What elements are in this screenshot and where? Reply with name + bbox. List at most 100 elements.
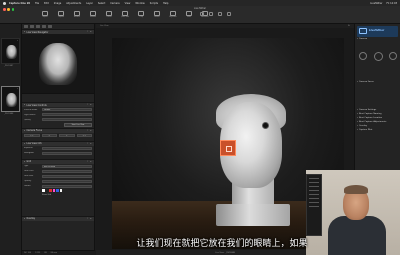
swatch[interactable] (52, 189, 55, 192)
tool-tab-icon[interactable] (42, 25, 46, 28)
grid-lines-slider[interactable] (42, 169, 92, 173)
video-subtitle: 让我们现在就把它放在我们的眼睛上，如果 (136, 238, 308, 249)
menubar-app-name[interactable]: Capture One 20 (9, 2, 30, 5)
tool-keystone[interactable]: Keystone (168, 11, 178, 19)
navigator-preview[interactable] (22, 34, 94, 94)
show-grid-checkbox[interactable]: Show Grid (42, 194, 51, 196)
window-controls (3, 8, 15, 11)
tool-mask[interactable]: Mask (184, 11, 194, 19)
section-menu-icon[interactable]: ? ≡ (87, 31, 92, 33)
disclosure-triangle-icon: ▾ (24, 142, 26, 145)
focus-near-button[interactable]: > > (76, 133, 92, 137)
section-menu-icon[interactable]: ? ≡ (87, 104, 92, 106)
swatch[interactable] (59, 189, 62, 192)
menubar-status-app[interactable]: LiveTether (370, 2, 382, 5)
disclosure-triangle-icon: ▾ (24, 160, 26, 163)
focus-point-icon[interactable] (262, 122, 269, 129)
start-live-view-button[interactable]: Start Live View (64, 123, 92, 127)
toolbar-tools: Import Capture Browse Session Cursor Qui… (40, 11, 210, 19)
presenter-hair (344, 185, 368, 194)
thumbnail-image (6, 45, 17, 59)
zoom-level[interactable]: Fit (348, 25, 350, 27)
menu-image[interactable]: Image (54, 2, 62, 5)
swatch[interactable] (49, 189, 52, 192)
menu-select[interactable]: Select (98, 2, 105, 5)
tool-tab-icon[interactable] (30, 25, 34, 28)
close-window-icon[interactable] (3, 8, 6, 11)
menu-window[interactable]: Window (135, 2, 144, 5)
focus-far-button[interactable]: < < (24, 133, 40, 137)
tool-quick-edit[interactable]: Quick Edit (120, 11, 130, 19)
exposure-comp-plus-icon[interactable] (389, 52, 397, 60)
window-title: Live Tether (194, 6, 206, 10)
swatch[interactable] (42, 189, 45, 192)
menu-layer[interactable]: Layer (86, 2, 93, 5)
picker-icon[interactable] (200, 12, 204, 16)
quality-slider[interactable] (42, 118, 92, 121)
grid-color-select[interactable] (42, 174, 92, 178)
info-row: Histogram (22, 151, 94, 156)
left-tool-panel: ▾ Live View Navigator ? ≡ ▾ Live View Co… (22, 24, 95, 255)
tool-capture[interactable]: Capture (56, 11, 66, 19)
capture-button-icon[interactable] (374, 52, 383, 61)
right-panel-sections: ▸ Camera Focus (355, 80, 400, 84)
section-header-overlay[interactable]: ▸ Overlay ? ≡ (22, 215, 94, 221)
section-menu-icon[interactable]: ? ≡ (87, 161, 92, 163)
thumbnail-caption: _DSC0088 (4, 113, 14, 115)
menu-help[interactable]: Help (163, 2, 168, 5)
compare-icon[interactable] (218, 12, 222, 16)
guides-select[interactable] (42, 184, 92, 188)
connection-badge[interactable]: LiveTether (357, 26, 398, 37)
section-capture-pilot[interactable]: ▸ Capture Pilot (355, 128, 400, 132)
tool-cursor[interactable]: Cursor (104, 11, 114, 19)
main-toolbar: Live Tether Import Capture Browse Sessio… (0, 6, 400, 24)
menu-camera[interactable]: Camera (110, 2, 119, 5)
section-camera-focus[interactable]: ▸ Camera Focus (355, 80, 400, 84)
menu-scripts[interactable]: Scripts (150, 2, 158, 5)
import-icon (42, 11, 48, 16)
zoom-icon[interactable] (209, 12, 213, 16)
light-source-select[interactable] (42, 113, 92, 116)
disclosure-triangle-icon: ▸ (357, 129, 358, 131)
menu-file[interactable]: File (35, 2, 39, 5)
grid-type-select[interactable]: Rule of thirds (42, 164, 92, 168)
swatch[interactable] (45, 189, 48, 192)
thumbnail-caption: _DSC0087 (4, 65, 14, 67)
grid-opacity-slider[interactable] (42, 179, 92, 183)
apple-icon[interactable] (3, 1, 6, 5)
disclosure-triangle-icon: ▸ (357, 125, 358, 127)
tool-session[interactable]: Session (88, 11, 98, 19)
camera-icon (58, 11, 64, 16)
focus-buttons: < < < > > > (22, 133, 94, 138)
zoom-window-icon[interactable] (11, 8, 15, 11)
white-balance-picker-icon[interactable] (220, 140, 236, 156)
disclosure-triangle-icon: ▸ (357, 109, 358, 111)
menu-adjustments[interactable]: Adjustments (66, 2, 81, 5)
thumbnail[interactable]: • _DSC0087 (1, 38, 20, 67)
menu-edit[interactable]: Edit (44, 2, 49, 5)
section-menu-icon[interactable]: ? ≡ (87, 130, 92, 132)
tool-rotate[interactable]: Rotate (152, 11, 162, 19)
rating-icon: • (16, 88, 18, 90)
swatch[interactable] (56, 189, 59, 192)
thumbnail-selected[interactable]: • _DSC0088 (1, 86, 20, 115)
minimize-window-icon[interactable] (7, 8, 11, 11)
focus-forward-button[interactable]: > (59, 133, 75, 137)
tool-tab-icon[interactable] (36, 25, 40, 28)
camera-connected-icon (359, 28, 367, 34)
exposure-warning-icon[interactable] (227, 12, 231, 16)
tool-browse[interactable]: Browse (72, 11, 82, 19)
iso-value: ISO 100 (24, 252, 32, 254)
tool-crop[interactable]: Crop (136, 11, 146, 19)
tool-import[interactable]: Import (40, 11, 50, 19)
focus-back-button[interactable]: < (41, 133, 57, 137)
tool-tab-icon[interactable] (24, 25, 28, 28)
menu-view[interactable]: View (125, 2, 131, 5)
tool-tab-icon[interactable] (48, 25, 52, 28)
exposure-comp-minus-icon[interactable] (359, 52, 367, 60)
section-menu-icon[interactable]: ? ≡ (87, 143, 92, 145)
preview-mode-select[interactable]: Default (42, 108, 92, 111)
section-menu-icon[interactable]: ? ≡ (87, 218, 92, 220)
section-header-camera[interactable]: ▾ Camera (355, 37, 400, 41)
toolbar-right-tools (200, 12, 231, 16)
